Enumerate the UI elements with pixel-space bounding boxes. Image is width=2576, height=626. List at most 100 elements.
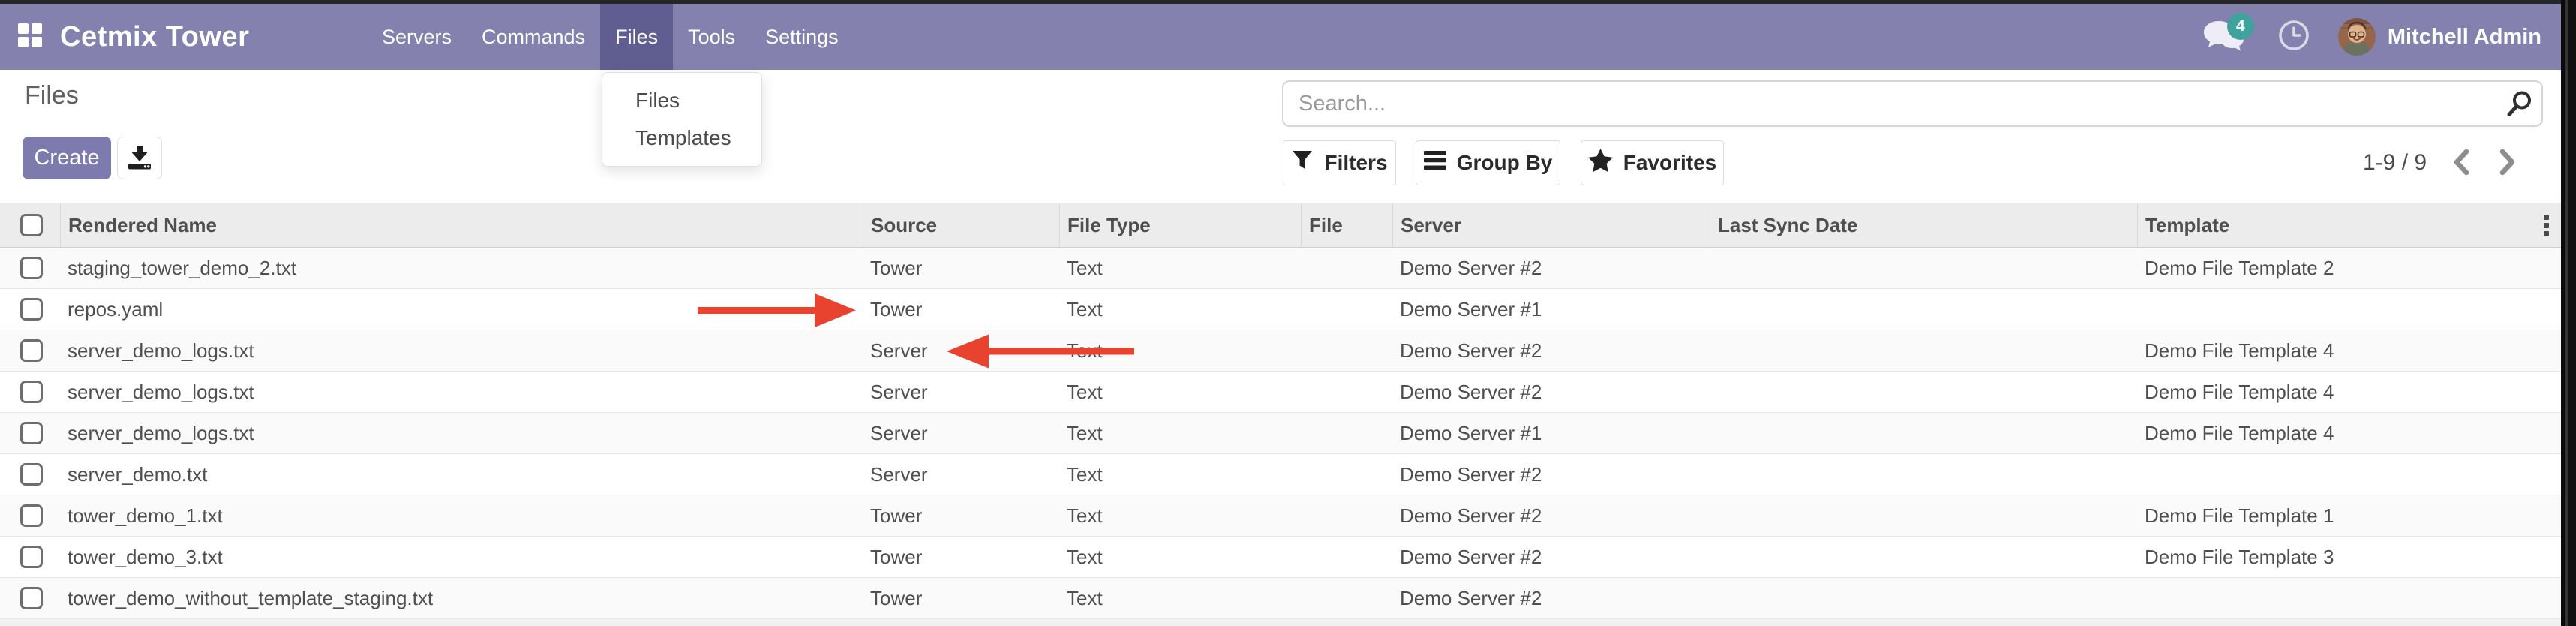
- chevron-left-icon: [2452, 149, 2470, 178]
- cell-rendered-name: server_demo_logs.txt: [60, 413, 863, 453]
- cell-file: [1301, 248, 1392, 288]
- filters-label: Filters: [1324, 151, 1387, 175]
- cell-last-sync-date: [1710, 330, 2137, 371]
- cell-last-sync-date: [1710, 413, 2137, 453]
- cell-file-type: Text: [1059, 330, 1301, 371]
- cell-template: Demo File Template 2: [2137, 248, 2561, 288]
- cell-file-type: Text: [1059, 495, 1301, 536]
- table-row[interactable]: repos.yaml Tower Text Demo Server #1: [0, 289, 2561, 330]
- cell-file: [1301, 454, 1392, 495]
- cell-rendered-name: server_demo_logs.txt: [60, 372, 863, 412]
- cell-rendered-name: repos.yaml: [60, 289, 863, 330]
- nav-item-servers[interactable]: Servers: [367, 4, 467, 70]
- messages-button[interactable]: 4: [2202, 17, 2250, 56]
- nav-item-files[interactable]: Files: [600, 4, 673, 70]
- pager-range[interactable]: 1-9 / 9: [2363, 150, 2427, 176]
- search-icon[interactable]: [2496, 89, 2541, 119]
- files-list-table: Rendered Name Source File Type File Serv…: [0, 203, 2561, 626]
- row-checkbox-cell: [0, 495, 60, 536]
- row-checkbox-cell: [0, 372, 60, 412]
- create-button[interactable]: Create: [23, 137, 111, 179]
- cell-file: [1301, 537, 1392, 577]
- user-menu[interactable]: Mitchell Admin: [2338, 18, 2541, 56]
- table-row[interactable]: server_demo_logs.txt Server Text Demo Se…: [0, 330, 2561, 372]
- row-checkbox[interactable]: [20, 546, 43, 568]
- table-row[interactable]: tower_demo_1.txt Tower Text Demo Server …: [0, 495, 2561, 537]
- cell-template: [2137, 578, 2561, 618]
- cell-last-sync-date: [1710, 537, 2137, 577]
- row-checkbox-cell: [0, 330, 60, 371]
- main-menu: Servers Commands Files Tools Settings: [367, 4, 854, 70]
- cell-source: Server: [863, 454, 1059, 495]
- group-by-bars-icon: [1424, 150, 1446, 176]
- clock-icon: [2277, 43, 2311, 56]
- cell-file-type: Text: [1059, 372, 1301, 412]
- export-button[interactable]: [117, 137, 162, 179]
- column-header-template[interactable]: Template: [2137, 203, 2561, 247]
- column-header-rendered-name[interactable]: Rendered Name: [60, 203, 863, 247]
- cell-file: [1301, 372, 1392, 412]
- brand-title[interactable]: Cetmix Tower: [60, 4, 249, 70]
- favorites-button[interactable]: Favorites: [1581, 140, 1724, 185]
- cell-last-sync-date: [1710, 578, 2137, 618]
- cell-rendered-name: tower_demo_without_template_staging.txt: [60, 578, 863, 618]
- search-input[interactable]: [1283, 82, 2496, 125]
- row-checkbox-cell: [0, 248, 60, 288]
- activities-button[interactable]: [2277, 18, 2311, 56]
- table-row[interactable]: staging_tower_demo_2.txt Tower Text Demo…: [0, 248, 2561, 289]
- cell-source: Server: [863, 330, 1059, 371]
- chat-bubbles-icon: [2202, 47, 2247, 59]
- cell-server: Demo Server #2: [1392, 578, 1710, 618]
- cell-template: Demo File Template 4: [2137, 413, 2561, 453]
- row-checkbox[interactable]: [20, 504, 43, 527]
- filters-button[interactable]: Filters: [1283, 140, 1396, 185]
- pager-previous-button[interactable]: [2449, 149, 2473, 178]
- table-row[interactable]: server_demo.txt Server Text Demo Server …: [0, 454, 2561, 495]
- cell-source: Tower: [863, 537, 1059, 577]
- column-header-last-sync-date[interactable]: Last Sync Date: [1710, 203, 2137, 247]
- cell-file: [1301, 330, 1392, 371]
- row-checkbox[interactable]: [20, 339, 43, 362]
- table-row[interactable]: server_demo_logs.txt Server Text Demo Se…: [0, 413, 2561, 454]
- select-all-checkbox[interactable]: [20, 214, 43, 236]
- cell-file-type: Text: [1059, 454, 1301, 495]
- cell-rendered-name: tower_demo_3.txt: [60, 537, 863, 577]
- nav-item-tools[interactable]: Tools: [673, 4, 750, 70]
- select-all-checkbox-cell: [0, 203, 60, 247]
- pager-next-button[interactable]: [2496, 149, 2520, 178]
- cell-source: Tower: [863, 578, 1059, 618]
- cell-server: Demo Server #1: [1392, 413, 1710, 453]
- column-header-file[interactable]: File: [1301, 203, 1392, 247]
- row-checkbox[interactable]: [20, 422, 43, 444]
- cell-server: Demo Server #2: [1392, 330, 1710, 371]
- table-row[interactable]: tower_demo_3.txt Tower Text Demo Server …: [0, 537, 2561, 578]
- row-checkbox[interactable]: [20, 587, 43, 609]
- table-row[interactable]: tower_demo_without_template_staging.txt …: [0, 578, 2561, 619]
- row-checkbox[interactable]: [20, 257, 43, 279]
- column-header-source[interactable]: Source: [863, 203, 1059, 247]
- nav-item-settings[interactable]: Settings: [750, 4, 854, 70]
- cell-source: Tower: [863, 289, 1059, 330]
- row-checkbox[interactable]: [20, 381, 43, 403]
- cell-server: Demo Server #2: [1392, 248, 1710, 288]
- dropdown-item-files[interactable]: Files: [602, 82, 761, 119]
- dropdown-item-templates[interactable]: Templates: [602, 119, 761, 157]
- cell-server: Demo Server #2: [1392, 537, 1710, 577]
- cell-last-sync-date: [1710, 289, 2137, 330]
- group-by-button[interactable]: Group By: [1416, 140, 1560, 185]
- row-checkbox-cell: [0, 578, 60, 618]
- table-row[interactable]: server_demo_logs.txt Server Text Demo Se…: [0, 372, 2561, 413]
- cell-last-sync-date: [1710, 454, 2137, 495]
- cell-server: Demo Server #2: [1392, 454, 1710, 495]
- row-checkbox[interactable]: [20, 298, 43, 321]
- column-header-file-type[interactable]: File Type: [1059, 203, 1301, 247]
- column-header-server[interactable]: Server: [1392, 203, 1710, 247]
- user-name: Mitchell Admin: [2388, 25, 2541, 50]
- nav-item-commands[interactable]: Commands: [467, 4, 600, 70]
- download-icon: [126, 143, 153, 173]
- row-checkbox[interactable]: [20, 463, 43, 486]
- cell-server: Demo Server #2: [1392, 372, 1710, 412]
- optional-columns-icon[interactable]: [2544, 203, 2549, 247]
- apps-menu-button[interactable]: [17, 4, 44, 70]
- cell-template: Demo File Template 4: [2137, 372, 2561, 412]
